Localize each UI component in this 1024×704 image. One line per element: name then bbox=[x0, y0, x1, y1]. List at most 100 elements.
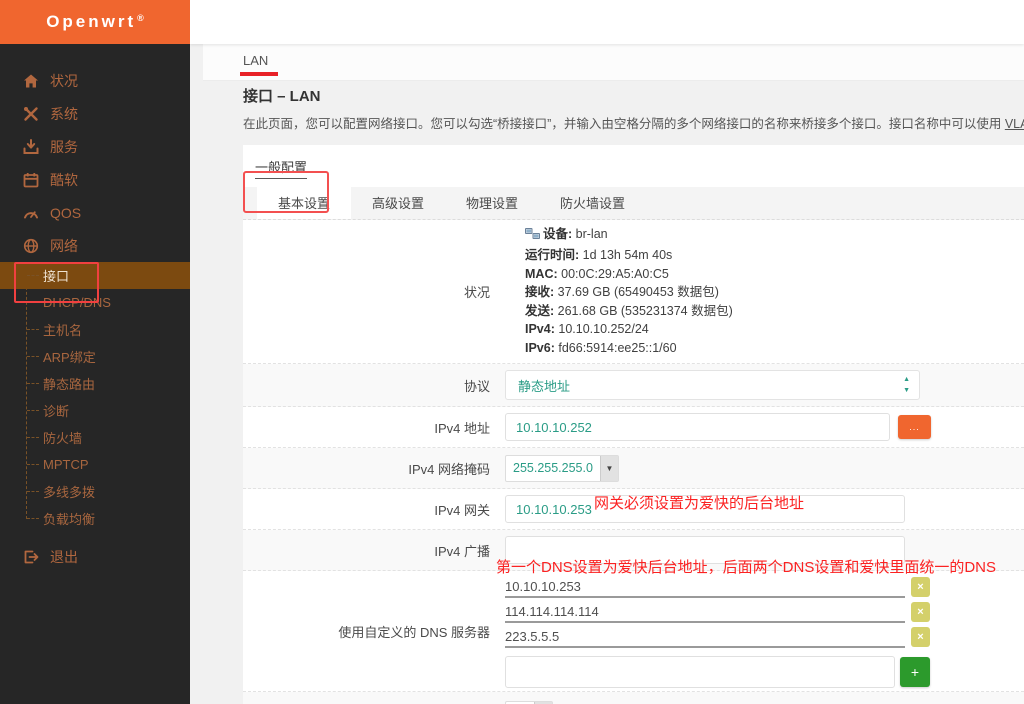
general-config-card: 一般配置 基本设置 高级设置 物理设置 防火墙设置 状况 设备: br-lan … bbox=[243, 145, 1024, 704]
subitem-label: 防火墙 bbox=[43, 431, 83, 446]
row-protocol: 协议 静态地址 ▲ ▼ bbox=[243, 364, 1024, 407]
status-line-ipv4: IPv4: 10.10.10.252/24 bbox=[525, 320, 733, 339]
sidebar: Openwrt ® 状况 系统 服务 酷软 QOS 网络 接口 DHCP/DNS… bbox=[0, 0, 190, 704]
registered-mark: ® bbox=[137, 13, 144, 23]
subitem-label: 静态路由 bbox=[43, 377, 96, 392]
custom-dns-label: 使用自定义的 DNS 服务器 bbox=[338, 624, 490, 640]
subitem-label: 接口 bbox=[43, 269, 70, 284]
row-custom-dns: 使用自定义的 DNS 服务器 × × × bbox=[243, 571, 1024, 692]
remove-dns-button[interactable]: × bbox=[911, 627, 930, 647]
subitem-label: 主机名 bbox=[43, 323, 83, 338]
calendar-icon bbox=[23, 172, 39, 188]
page: Openwrt ® 状况 系统 服务 酷软 QOS 网络 接口 DHCP/DNS… bbox=[0, 0, 1024, 704]
status-field-name: IPv4: bbox=[525, 322, 555, 337]
dns-entry: × bbox=[505, 625, 930, 650]
dns-entry: × bbox=[505, 575, 930, 600]
tab-advanced-settings[interactable]: 高级设置 bbox=[351, 187, 445, 219]
tools-icon bbox=[23, 106, 39, 122]
sidebar-subitem-hostname[interactable]: 主机名 bbox=[0, 316, 190, 343]
status-field-value: 261.68 GB (535231374 数据包) bbox=[557, 303, 733, 318]
logo-text: Openwrt bbox=[46, 12, 137, 31]
more-options-button[interactable]: ... bbox=[898, 415, 931, 439]
tab-basic-settings[interactable]: 基本设置 bbox=[257, 187, 352, 219]
settings-tabs: 基本设置 高级设置 物理设置 防火墙设置 bbox=[243, 187, 1024, 220]
bridge-device-icon bbox=[525, 227, 540, 246]
ipv6-assignment-content: 60 ▼ bbox=[505, 692, 1024, 704]
ipv4-gateway-input[interactable] bbox=[505, 495, 905, 523]
sidebar-subitem-firewall[interactable]: 防火墙 bbox=[0, 424, 190, 451]
ipv4-address-input[interactable] bbox=[505, 413, 890, 441]
ipv4-gateway-content bbox=[505, 495, 1024, 523]
home-icon bbox=[23, 73, 39, 89]
status-field-value: 00:0C:29:A5:A0:C5 bbox=[561, 266, 669, 281]
dns-server-input-2[interactable] bbox=[505, 601, 905, 623]
protocol-label: 协议 bbox=[463, 378, 490, 394]
status-line-tx: 发送: 261.68 GB (535231374 数据包) bbox=[525, 302, 733, 321]
ipv4-netmask-content: 255.255.255.0 ▼ bbox=[505, 454, 1024, 482]
sidebar-item-system[interactable]: 系统 bbox=[0, 97, 190, 130]
vlan-link[interactable]: VLAN bbox=[1005, 117, 1024, 131]
dns-server-input-3[interactable] bbox=[505, 626, 905, 648]
tab-lan[interactable]: LAN bbox=[240, 44, 278, 76]
ipv4-broadcast-input[interactable] bbox=[505, 536, 905, 564]
status-field-name: 接收: bbox=[525, 285, 555, 300]
status-content: 设备: br-lan 运行时间: 1d 13h 54m 40s MAC: 00:… bbox=[505, 225, 1024, 357]
subitem-label: 多线多拨 bbox=[43, 485, 96, 500]
top-bar bbox=[190, 0, 1024, 44]
sidebar-item-label: 系统 bbox=[50, 105, 78, 122]
sidebar-item-qos[interactable]: QOS bbox=[0, 196, 190, 229]
sidebar-subitem-interfaces[interactable]: 接口 bbox=[0, 262, 190, 289]
sidebar-subitem-multiwan-dial[interactable]: 多线多拨 bbox=[0, 478, 190, 505]
ipv4-address-content: ... bbox=[505, 413, 1024, 441]
ipv4-netmask-label: IPv4 网络掩码 bbox=[408, 461, 490, 477]
sidebar-subitem-diagnostics[interactable]: 诊断 bbox=[0, 397, 190, 424]
protocol-content: 静态地址 ▲ ▼ bbox=[505, 370, 1024, 400]
dns-server-input-new[interactable] bbox=[505, 655, 895, 688]
dns-server-input-1[interactable] bbox=[505, 576, 905, 598]
sidebar-subitem-mptcp[interactable]: MPTCP bbox=[0, 451, 190, 478]
active-tab-underline bbox=[240, 72, 278, 76]
sidebar-subitem-static-routes[interactable]: 静态路由 bbox=[0, 370, 190, 397]
remove-dns-button[interactable]: × bbox=[911, 577, 930, 597]
sidebar-item-network[interactable]: 网络 bbox=[0, 229, 190, 262]
sidebar-subitem-arp-binding[interactable]: ARP绑定 bbox=[0, 343, 190, 370]
ipv4-netmask-value: 255.255.255.0 bbox=[513, 461, 593, 475]
sidebar-item-koolshare[interactable]: 酷软 bbox=[0, 163, 190, 196]
tab-physical-settings[interactable]: 物理设置 bbox=[445, 187, 539, 219]
ipv4-netmask-select[interactable]: 255.255.255.0 ▼ bbox=[505, 454, 619, 482]
ipv4-gateway-label: IPv4 网关 bbox=[434, 502, 490, 518]
sidebar-item-status[interactable]: 状况 bbox=[0, 64, 190, 97]
status-field-value: fd66:5914:ee25::1/60 bbox=[558, 340, 677, 355]
logo: Openwrt ® bbox=[0, 0, 190, 44]
remove-dns-button[interactable]: × bbox=[911, 602, 930, 622]
desc-part1: 在此页面，您可以配置网络接口。您可以勾选“桥接接口”，并输入由空格分隔的多个网络… bbox=[243, 117, 1005, 131]
page-description: 在此页面，您可以配置网络接口。您可以勾选“桥接接口”，并输入由空格分隔的多个网络… bbox=[243, 113, 1024, 132]
tab-lan-label: LAN bbox=[243, 53, 269, 68]
sidebar-subitem-dhcp-dns[interactable]: DHCP/DNS bbox=[0, 289, 190, 316]
dns-server-list: × × × + bbox=[505, 575, 930, 688]
sidebar-item-services[interactable]: 服务 bbox=[0, 130, 190, 163]
status-field-name: IPv6: bbox=[525, 340, 555, 355]
protocol-select[interactable]: 静态地址 ▲ ▼ bbox=[505, 370, 920, 400]
row-ipv4-netmask: IPv4 网络掩码 255.255.255.0 ▼ bbox=[243, 448, 1024, 489]
custom-dns-content: × × × + bbox=[505, 575, 1024, 688]
status-line-rx: 接收: 37.69 GB (65490453 数据包) bbox=[525, 283, 733, 302]
row-ipv4-address: IPv4 地址 ... bbox=[243, 407, 1024, 448]
add-dns-button[interactable]: + bbox=[900, 656, 930, 687]
subitem-label: 负载均衡 bbox=[43, 512, 96, 527]
status-field-value: 37.69 GB (65490453 数据包) bbox=[557, 285, 719, 300]
ipv4-broadcast-label: IPv4 广播 bbox=[434, 543, 490, 559]
ipv4-broadcast-content bbox=[505, 536, 1024, 564]
tab-firewall-settings[interactable]: 防火墙设置 bbox=[539, 187, 646, 219]
subitem-label: 诊断 bbox=[43, 404, 70, 419]
ipv4-address-label: IPv4 地址 bbox=[434, 420, 490, 436]
status-label: 状况 bbox=[463, 285, 490, 300]
gauge-icon bbox=[23, 205, 39, 221]
status-line-ipv6: IPv6: fd66:5914:ee25::1/60 bbox=[525, 339, 733, 358]
dns-entry: × bbox=[505, 600, 930, 625]
sidebar-item-label: QOS bbox=[50, 204, 82, 221]
globe-icon bbox=[23, 238, 39, 254]
sidebar-item-logout[interactable]: 退出 bbox=[0, 540, 190, 573]
sidebar-item-label: 退出 bbox=[50, 548, 78, 565]
sidebar-subitem-load-balancing[interactable]: 负载均衡 bbox=[0, 505, 190, 532]
